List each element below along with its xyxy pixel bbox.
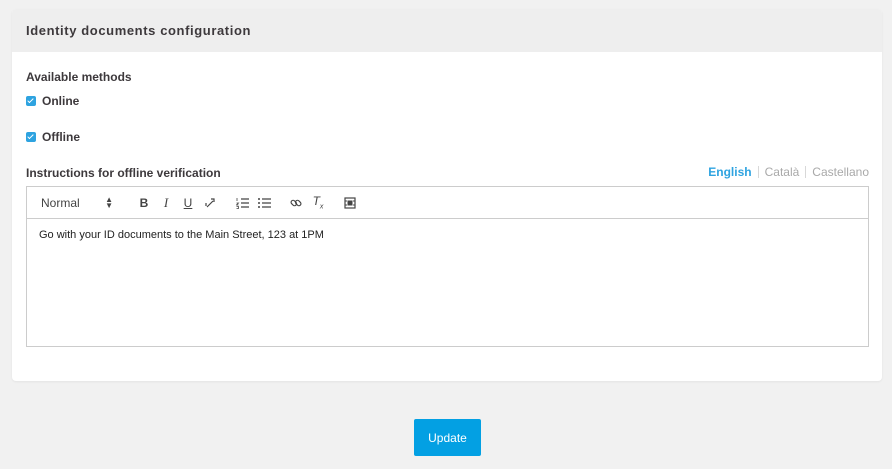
update-button[interactable]: Update: [414, 419, 481, 456]
ordered-list-button[interactable]: [231, 194, 253, 212]
link-icon: [290, 199, 302, 206]
checkbox-online-box[interactable]: [26, 96, 36, 106]
video-button[interactable]: [339, 194, 361, 212]
link-break-icon: [205, 197, 215, 207]
clear-format-icon: Tx: [312, 194, 324, 211]
underline-button[interactable]: U: [177, 194, 199, 212]
tab-catala[interactable]: Català: [759, 165, 806, 179]
checkbox-offline-label: Offline: [42, 130, 80, 144]
editor-text: Go with your ID documents to the Main St…: [39, 229, 324, 241]
ordered-list-icon: [235, 197, 249, 209]
video-icon: [344, 196, 356, 209]
checkbox-online[interactable]: Online: [26, 94, 79, 108]
card-title: Identity documents configuration: [26, 23, 252, 38]
bold-icon: B: [139, 195, 149, 210]
italic-icon: I: [163, 194, 169, 210]
card-header: Identity documents configuration: [12, 9, 882, 52]
bold-button[interactable]: B: [133, 194, 155, 212]
instructions-label: Instructions for offline verification: [26, 166, 221, 180]
editor-content[interactable]: Go with your ID documents to the Main St…: [27, 219, 868, 251]
editor-toolbar: Normal ▲ ▼ B I U Tx: [27, 187, 868, 219]
rich-text-editor: Normal ▲ ▼ B I U Tx Go with your ID docu…: [26, 186, 869, 347]
available-methods-label: Available methods: [26, 70, 132, 84]
link-button[interactable]: [285, 194, 307, 212]
bullet-list-icon: [257, 197, 271, 208]
underline-icon: U: [183, 195, 193, 210]
checkbox-offline-box[interactable]: [26, 132, 36, 142]
format-select-value: Normal: [41, 195, 80, 210]
identity-documents-card: Identity documents configuration Availab…: [12, 9, 882, 381]
checkbox-offline[interactable]: Offline: [26, 130, 80, 144]
select-arrows-icon: ▲ ▼: [105, 194, 113, 210]
tab-castellano[interactable]: Castellano: [806, 165, 875, 179]
clear-format-button[interactable]: Tx: [307, 194, 329, 212]
bullet-list-button[interactable]: [253, 194, 275, 212]
format-select[interactable]: Normal ▲ ▼: [41, 194, 113, 210]
italic-button[interactable]: I: [155, 194, 177, 212]
language-tabs: English Català Castellano: [702, 165, 875, 179]
tab-english[interactable]: English: [702, 165, 757, 179]
link-break-button[interactable]: [199, 194, 221, 212]
checkbox-online-label: Online: [42, 94, 80, 108]
